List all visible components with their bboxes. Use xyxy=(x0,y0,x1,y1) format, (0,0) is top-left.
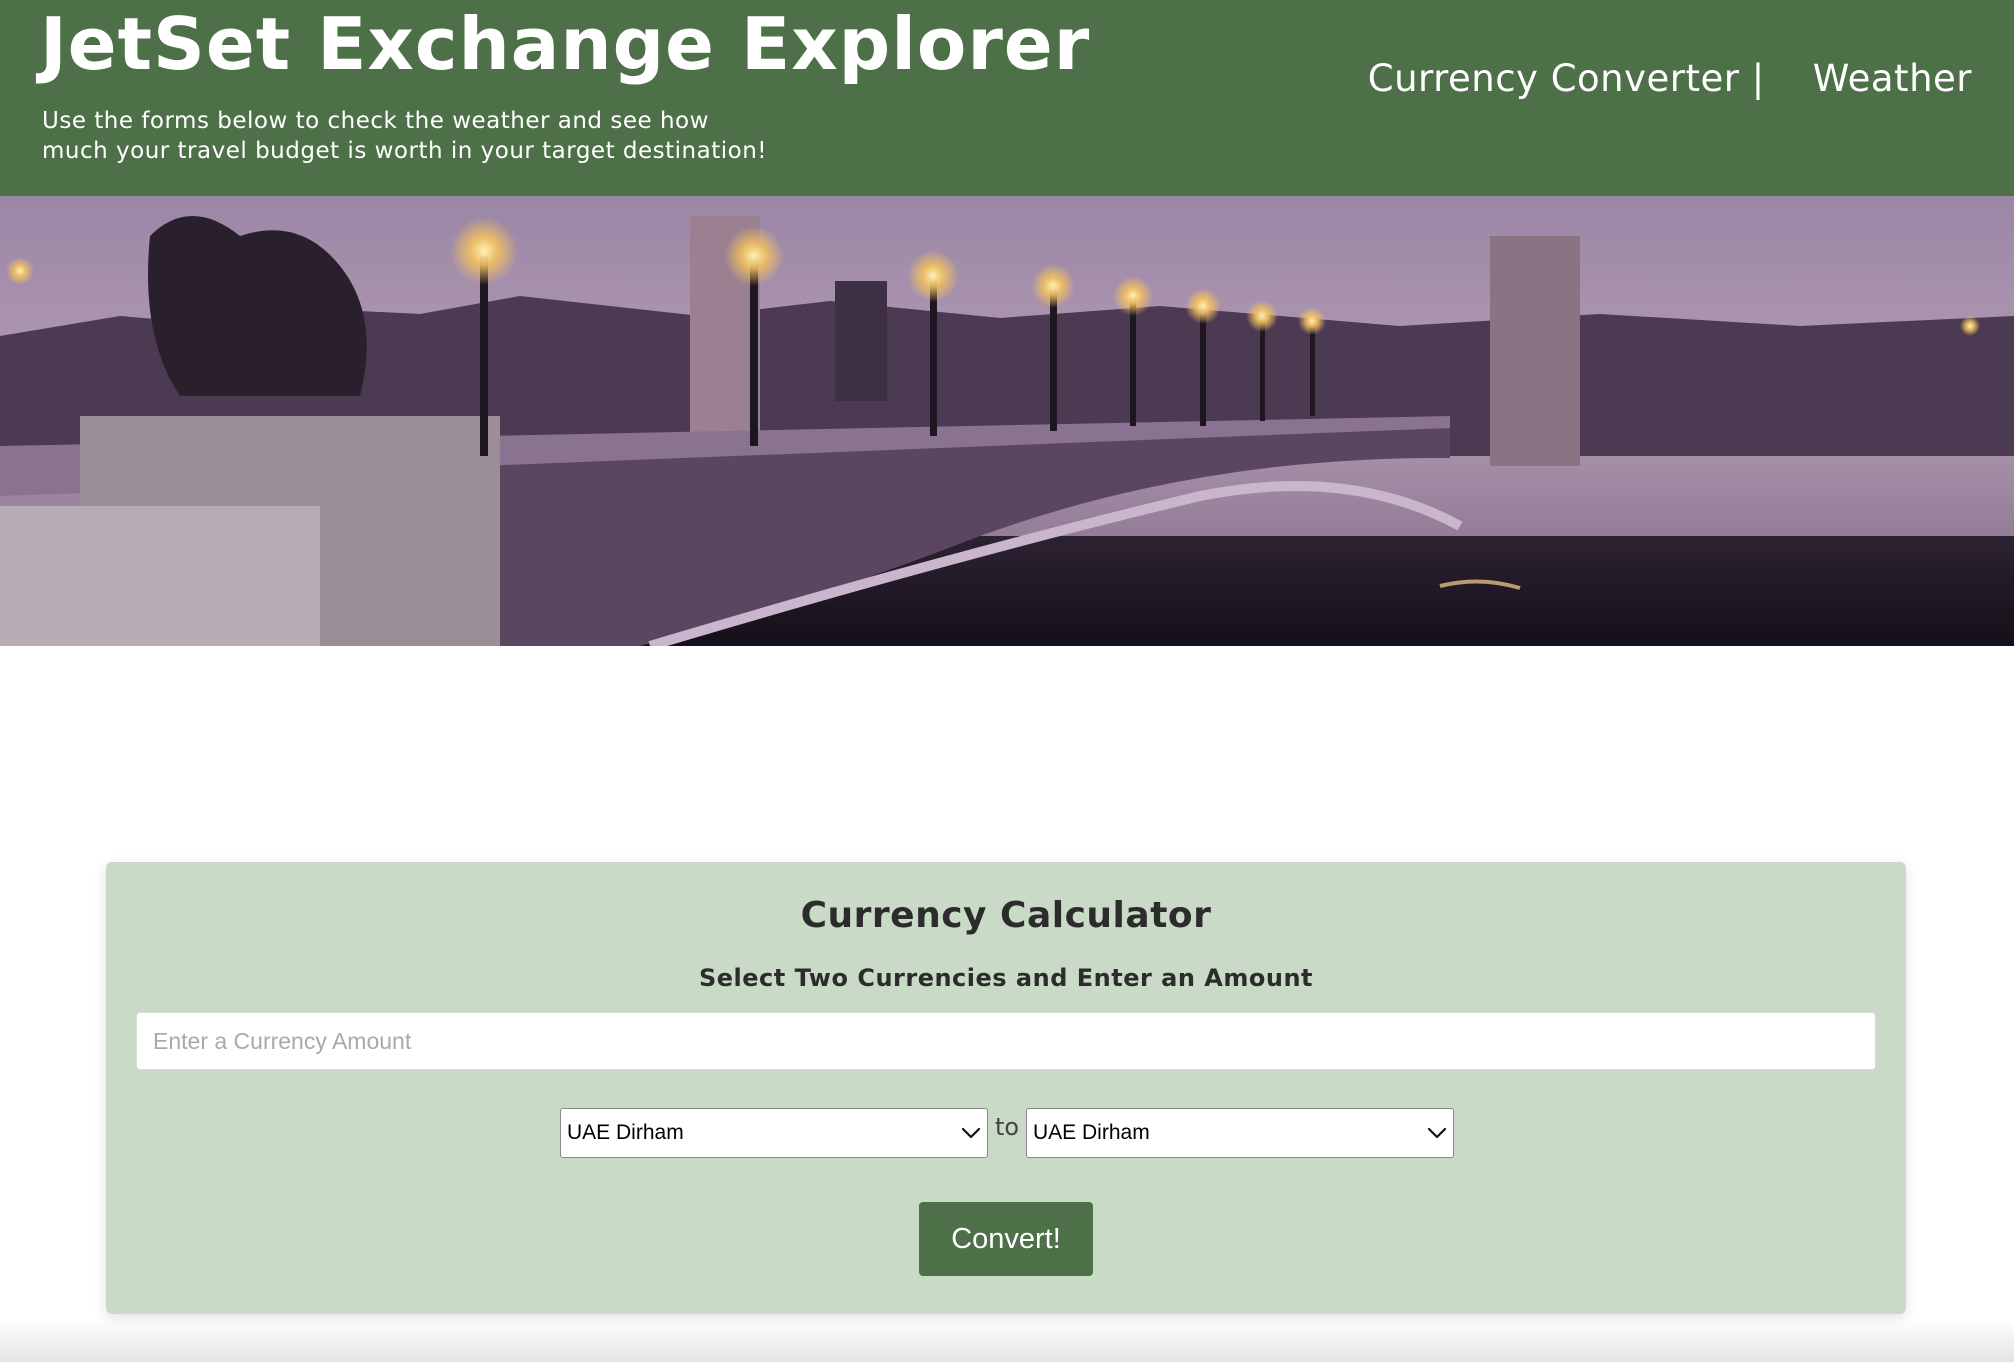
site-tagline: Use the forms below to check the weather… xyxy=(42,106,802,166)
calculator-title: Currency Calculator xyxy=(800,895,1212,936)
from-currency-select[interactable]: UAE Dirham xyxy=(560,1108,988,1158)
currency-amount-input[interactable] xyxy=(136,1012,1876,1070)
tagline-line-1: Use the forms below to check the weather… xyxy=(42,108,709,134)
site-header: JetSet Exchange Explorer Use the forms b… xyxy=(0,0,2014,196)
hero-bridge-illustration xyxy=(0,196,2014,646)
site-title: JetSet Exchange Explorer xyxy=(40,2,1091,86)
to-currency-value: UAE Dirham xyxy=(1033,1121,1150,1144)
to-currency-select[interactable]: UAE Dirham xyxy=(1026,1108,1454,1158)
nav-link-weather[interactable]: Weather xyxy=(1813,52,1972,106)
hero-banner-image xyxy=(0,196,2014,646)
from-currency-value: UAE Dirham xyxy=(567,1121,684,1144)
page-bottom-shade xyxy=(0,1320,2014,1362)
currency-select-row: UAE Dirham to UAE Dirham xyxy=(560,1108,1454,1158)
tagline-line-2: much your travel budget is worth in your… xyxy=(42,138,767,164)
to-label: to xyxy=(994,1113,1020,1141)
chevron-down-icon xyxy=(1427,1127,1447,1139)
currency-calculator-card: Currency Calculator Select Two Currencie… xyxy=(106,862,1906,1314)
chevron-down-icon xyxy=(961,1127,981,1139)
calculator-subtitle: Select Two Currencies and Enter an Amoun… xyxy=(698,964,1314,992)
nav-link-currency-converter[interactable]: Currency Converter | xyxy=(1368,52,1765,106)
convert-button[interactable]: Convert! xyxy=(919,1202,1093,1276)
main-nav: Currency Converter | Weather xyxy=(1368,52,1972,106)
